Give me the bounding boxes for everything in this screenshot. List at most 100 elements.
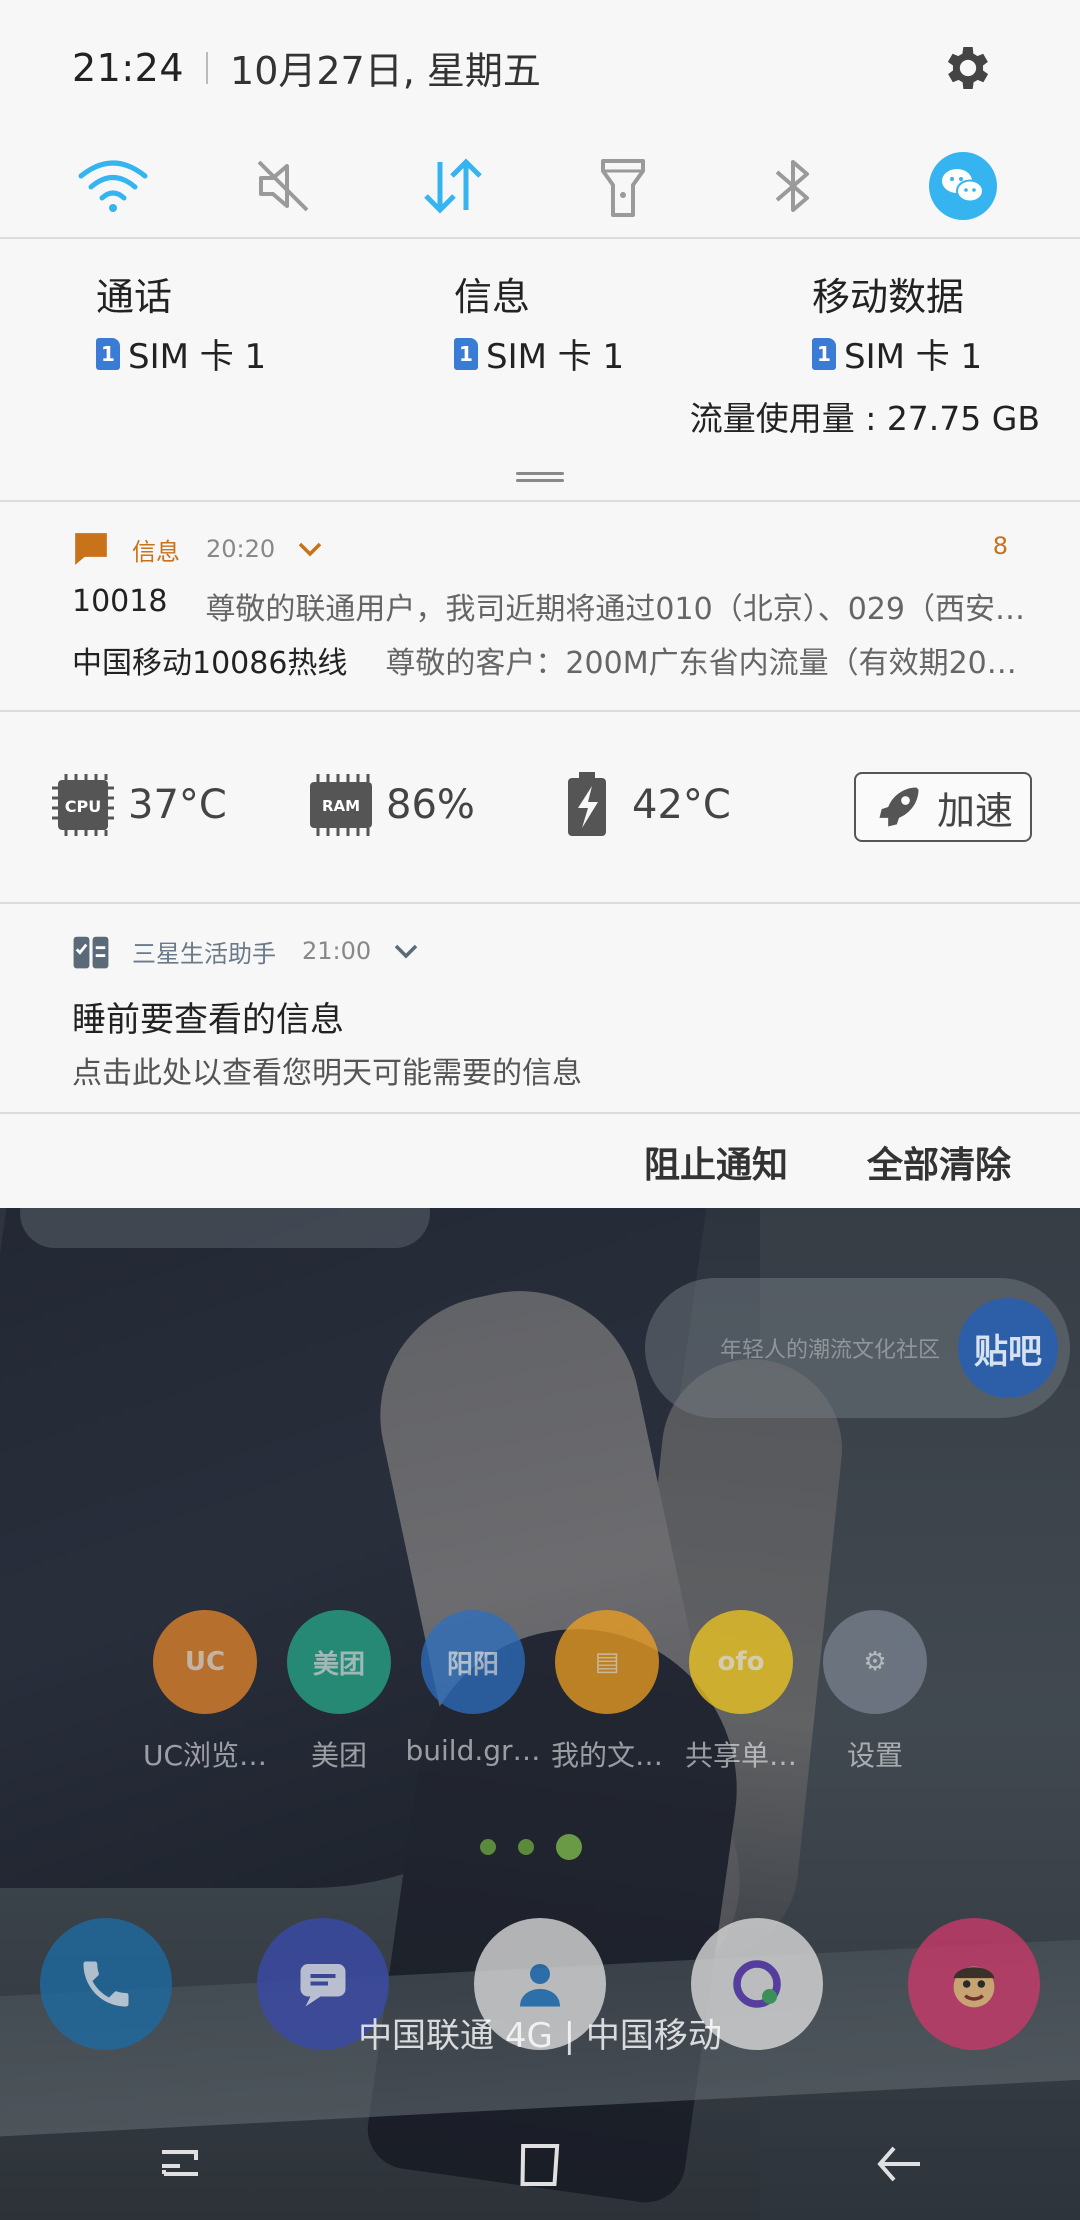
- bluetooth-icon: [775, 160, 809, 212]
- battery-icon: [568, 772, 606, 836]
- notification-count-badge: 8: [992, 532, 1008, 560]
- app-label: UC浏览…: [142, 1739, 268, 1772]
- home-button[interactable]: [480, 2114, 600, 2214]
- clear-all-button[interactable]: 全部清除: [867, 1136, 1011, 1188]
- divider: [0, 237, 1080, 239]
- app-settings[interactable]: ⚙ 设置: [810, 1610, 940, 1774]
- notification-title: 睡前要查看的信息: [72, 1000, 344, 1040]
- app-ofo[interactable]: ofo 共享单…: [676, 1610, 806, 1774]
- flashlight-icon: [601, 159, 645, 217]
- boost-button[interactable]: 加速: [854, 772, 1032, 842]
- quick-toggle-bluetooth[interactable]: [708, 135, 878, 237]
- sim-card-icon: 1: [96, 337, 120, 370]
- battery-temperature: 42°C: [632, 782, 731, 828]
- wechat-icon: [929, 152, 997, 220]
- notification-time: 20:20: [206, 535, 276, 563]
- quick-toggle-sound[interactable]: [198, 135, 368, 237]
- app-label: build.gr…: [405, 1734, 541, 1767]
- cpu-temperature: 37°C: [128, 782, 227, 828]
- message-item[interactable]: 中国移动10086热线 尊敬的客户：200M广东省内流量（有效期20天…: [72, 638, 1032, 682]
- sim-card-selection: 1 SIM 卡 1: [454, 329, 624, 378]
- notification-actions: 阻止通知 全部清除: [0, 1114, 1080, 1208]
- sim-mobile-data-setting[interactable]: 移动数据 1 SIM 卡 1: [812, 266, 982, 378]
- settings-app-icon: ⚙: [823, 1610, 927, 1714]
- ram-icon-label: RAM: [322, 797, 360, 815]
- ram-stat: RAM 86%: [306, 770, 475, 840]
- message-preview: 尊敬的客户：200M广东省内流量（有效期20天…: [385, 646, 1032, 681]
- home-icon: [520, 2144, 560, 2186]
- back-button[interactable]: [840, 2114, 960, 2214]
- date[interactable]: 10月27日, 星期五: [230, 40, 541, 95]
- recents-icon: [162, 2150, 198, 2176]
- app-uc-browser[interactable]: UC UC浏览…: [140, 1610, 270, 1774]
- back-icon: [877, 2146, 920, 2182]
- data-usage[interactable]: 流量使用量 : 27.75 GB: [690, 392, 1040, 440]
- notification-header: 信息 20:20: [72, 530, 323, 568]
- quick-toggle-wechat[interactable]: [878, 135, 1048, 237]
- app-my-files[interactable]: ▤ 我的文…: [542, 1610, 672, 1774]
- status-divider: [206, 51, 209, 84]
- message-sender: 10018: [72, 584, 168, 619]
- ram-usage: 86%: [386, 782, 475, 828]
- app-meituan[interactable]: 美团 美团: [274, 1610, 404, 1774]
- ofo-icon: ofo: [689, 1610, 793, 1714]
- quick-toggle-flashlight[interactable]: [538, 135, 708, 237]
- app-row: UC UC浏览… 美团 美团 阳阳 build.gr… ▤ 我的文… ofo 共…: [140, 1610, 940, 1774]
- cpu-stat: CPU 37°C: [48, 770, 227, 840]
- settings-gear-icon[interactable]: [940, 40, 996, 96]
- notification-app-name: 三星生活助手: [132, 939, 276, 968]
- checklist-icon: [73, 936, 109, 969]
- block-notifications-button[interactable]: 阻止通知: [644, 1136, 788, 1188]
- shade-drag-handle[interactable]: [516, 472, 564, 484]
- assistant-notification[interactable]: 三星生活助手 21:00 睡前要查看的信息 点击此处以查看您明天可能需要的信息: [0, 904, 1080, 1112]
- boost-label: 加速: [936, 788, 1013, 833]
- sim-card-label: SIM 卡 1: [128, 337, 267, 377]
- chevron-down-icon[interactable]: [393, 941, 419, 961]
- recents-button[interactable]: [120, 2114, 240, 2214]
- app-label: 美团: [310, 1739, 367, 1772]
- sim-card-label: SIM 卡 1: [486, 337, 625, 377]
- rocket-icon: [879, 787, 919, 827]
- cpu-icon-label: CPU: [65, 797, 101, 816]
- notification-shade: 21:24 10月27日, 星期五 通话 1 SIM 卡 1 信息 1 SIM …: [0, 0, 1080, 1208]
- message-bubble-icon: [75, 533, 107, 565]
- tieba-logo-icon: 贴吧: [958, 1298, 1058, 1398]
- device-maintenance-widget[interactable]: CPU 37°C RAM 86% 42°C 加速: [0, 712, 1080, 902]
- sim-message-setting[interactable]: 信息 1 SIM 卡 1: [454, 266, 624, 378]
- message-preview: 尊敬的联通用户，我司近期将通过010（北京）、029（西安…: [205, 592, 1025, 627]
- battery-stat: 42°C: [552, 770, 731, 840]
- sim-setting-title: 通话: [96, 275, 173, 319]
- quick-settings-row: [0, 135, 1080, 237]
- mute-icon: [257, 160, 309, 212]
- sim-setting-title: 移动数据: [812, 275, 965, 319]
- sim-card-label: SIM 卡 1: [844, 337, 983, 377]
- page-dot: [518, 1839, 534, 1855]
- app-label: 我的文…: [550, 1739, 663, 1772]
- chevron-down-icon[interactable]: [297, 539, 323, 559]
- clock: 21:24: [72, 45, 185, 90]
- home-screen: 年轻人的潮流文化社区 贴吧 UC UC浏览… 美团 美团 阳阳 build.gr…: [0, 1208, 1080, 2220]
- tieba-slogan: 年轻人的潮流文化社区: [719, 1338, 940, 1363]
- notification-header: 三星生活助手 21:00: [72, 932, 419, 970]
- notification-body: 点击此处以查看您明天可能需要的信息: [72, 1056, 582, 1091]
- data-arrows-icon: [424, 158, 482, 214]
- message-item[interactable]: 10018 尊敬的联通用户，我司近期将通过010（北京）、029（西安…: [72, 584, 1032, 628]
- wifi-icon: [78, 160, 148, 212]
- notification-app-name: 信息: [132, 537, 180, 566]
- home-widget[interactable]: [20, 1208, 430, 1248]
- shade-status-row: 21:24 10月27日, 星期五: [0, 0, 1080, 135]
- sim-call-setting[interactable]: 通话 1 SIM 卡 1: [96, 266, 266, 378]
- tieba-widget[interactable]: 年轻人的潮流文化社区 贴吧: [645, 1278, 1070, 1418]
- sim-settings: 通话 1 SIM 卡 1 信息 1 SIM 卡 1 移动数据 1 SIM 卡 1…: [0, 240, 1080, 502]
- quick-toggle-mobile-data[interactable]: [368, 135, 538, 237]
- app-build-gradle[interactable]: 阳阳 build.gr…: [405, 1610, 541, 1774]
- folder-icon: ▤: [555, 1610, 659, 1714]
- ram-icon: RAM: [310, 774, 372, 836]
- messages-notification[interactable]: 信息 20:20 8 10018 尊敬的联通用户，我司近期将通过010（北京）、…: [0, 502, 1080, 710]
- app-label: 共享单…: [684, 1739, 797, 1772]
- quick-toggle-wifi[interactable]: [28, 135, 198, 237]
- sim-card-selection: 1 SIM 卡 1: [812, 329, 982, 378]
- sim-card-icon: 1: [812, 337, 836, 370]
- navigation-bar: [0, 2108, 1080, 2220]
- message-sender: 中国移动10086热线: [72, 646, 348, 681]
